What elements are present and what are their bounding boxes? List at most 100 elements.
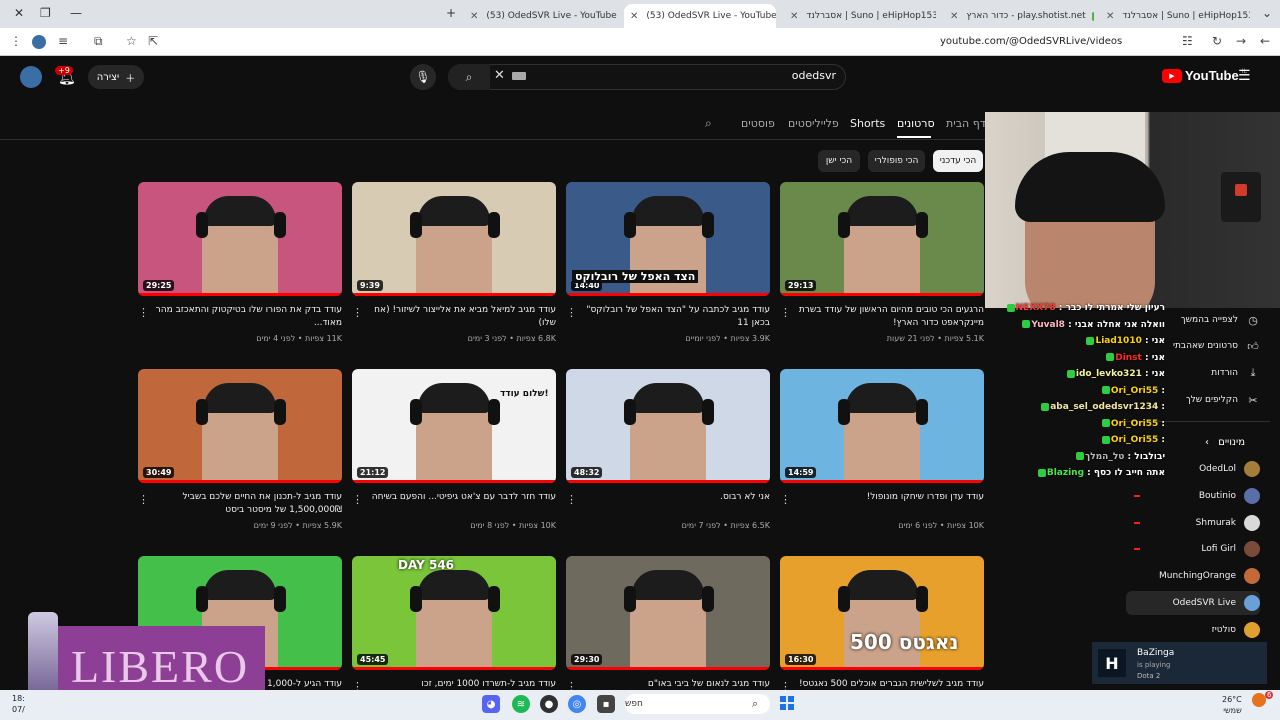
video-options-icon[interactable]: ⋮ <box>138 306 149 319</box>
chip-latest[interactable]: הכי עדכני <box>933 150 983 172</box>
video-thumbnail[interactable]: 48:32 <box>566 369 770 483</box>
youtube-logo[interactable]: ▶ YouTube IL <box>1162 68 1247 83</box>
site-settings-icon[interactable]: ☷ <box>1182 34 1193 48</box>
video-options-icon[interactable]: ⋮ <box>780 306 791 319</box>
video-thumbnail[interactable]: 29:13 <box>780 182 984 296</box>
tab-shorts[interactable]: Shorts <box>850 117 885 130</box>
file-explorer-icon[interactable]: ▪ <box>597 695 615 713</box>
video-title[interactable]: עודד מגיב לכתבה על "הצד האפל של רובלוקס"… <box>566 304 770 330</box>
forward-icon[interactable]: → <box>1236 34 1246 48</box>
video-options-icon[interactable]: ⋮ <box>566 306 577 319</box>
video-card[interactable]: 29:25 עודד בדק את הפורו שלו בטיקטוק והתאכ… <box>138 182 342 343</box>
video-thumbnail[interactable]: 30:49 <box>138 369 342 483</box>
clear-search-icon[interactable]: ✕ <box>494 68 505 83</box>
video-title[interactable]: עודד בדק את הפורו שלו בטיקטוק והתאכזב מה… <box>138 304 342 330</box>
video-title[interactable]: אני לא רבוס. <box>566 491 770 517</box>
bookmark-star-icon[interactable]: ☆ <box>126 34 137 48</box>
video-card[interactable]: 48:32 אני לא רבוס. 6.5K צפיות • לפני 7 ימי… <box>566 369 770 530</box>
close-tab-icon[interactable]: ✕ <box>950 11 958 22</box>
tab-playlists[interactable]: פלייליסטים <box>788 117 839 130</box>
video-options-icon[interactable]: ⋮ <box>352 493 363 506</box>
video-age: לפני 3 ימים <box>467 334 507 343</box>
game-activity-notification[interactable]: H BaZinga is playing Dota 2 <box>1092 642 1267 684</box>
guide-menu-icon[interactable]: ☰ <box>1238 68 1251 84</box>
video-thumbnail[interactable]: 21:12 שלום עודד! <box>352 369 556 483</box>
obs-icon[interactable]: ● <box>540 695 558 713</box>
video-card[interactable]: 16:30 500 נאגטס עודד מגיב לשלישית הגברים א… <box>780 556 984 704</box>
account-avatar[interactable] <box>20 66 42 88</box>
video-card[interactable]: 29:30 עודד מגיב לנאום של ביבי באו"ם ⋮ <box>566 556 770 704</box>
close-tab-icon[interactable]: ✕ <box>790 11 798 22</box>
video-title[interactable]: עודד מגיב למיאל מביא את אלייצור לשיזור! … <box>352 304 556 330</box>
url-field[interactable]: youtube.com/@OdedSVRLive/videos <box>940 36 1122 47</box>
reading-list-icon[interactable]: ≡ <box>58 34 68 48</box>
profile-avatar-icon[interactable] <box>32 35 46 49</box>
video-card[interactable]: 14:40 הצד האפל של רובלוקס עודד מגיב לכתבה … <box>566 182 770 343</box>
taskbar-clock[interactable]: 18: 07/ <box>12 693 25 715</box>
subscription-item[interactable]: OdedSVR Live <box>1126 591 1260 615</box>
close-window-icon[interactable]: ✕ <box>14 6 24 20</box>
browser-tab-3[interactable]: ✕ אסברלנד | Suno | eHipHop153 <box>784 4 936 28</box>
video-thumbnail[interactable]: 14:59 <box>780 369 984 483</box>
browser-tab-4[interactable]: ✕ כדור הארץ - play.shotist.net <box>944 4 1094 28</box>
video-card[interactable]: 14:59 עודד עדן ופדרו שיחקו מונופול! 10K צפ… <box>780 369 984 530</box>
video-thumbnail[interactable]: 45:45 DAY 546 <box>352 556 556 670</box>
chip-popular[interactable]: הכי פופולרי <box>868 150 925 172</box>
back-icon[interactable]: ← <box>1260 34 1270 48</box>
video-title[interactable]: הרגעים הכי טובים מהיום הראשון של עודד בש… <box>780 304 984 330</box>
video-thumbnail[interactable]: 14:40 הצד האפל של רובלוקס <box>566 182 770 296</box>
video-thumbnail[interactable]: 9:39 <box>352 182 556 296</box>
video-thumbnail[interactable]: 29:25 <box>138 182 342 296</box>
close-tab-icon[interactable]: ✕ <box>630 11 638 22</box>
subscription-item[interactable]: סולטיז <box>1126 618 1260 642</box>
browser-tab-1[interactable]: ✕ (53) OdedSVR Live - YouTube <box>464 4 618 28</box>
search-button[interactable]: ⌕ <box>448 64 490 90</box>
video-title[interactable]: עודד חזר לדבר עם צ'אט גיפיטי... והפעם בש… <box>352 491 556 517</box>
video-card[interactable]: 30:49 עודד מגיב ל-תכנון את החיים שלכם בשב… <box>138 369 342 530</box>
tab-list-chevron-icon[interactable]: ⌄ <box>1262 6 1272 20</box>
restore-window-icon[interactable]: ❐ <box>40 6 51 20</box>
chip-oldest[interactable]: הכי ישן <box>818 150 860 172</box>
browser-tab-5[interactable]: ✕ אסברלנד | Suno | eHipHop153 <box>1100 4 1250 28</box>
video-options-icon[interactable]: ⋮ <box>780 493 791 506</box>
video-options-icon[interactable]: ⋮ <box>566 493 577 506</box>
video-options-icon[interactable]: ⋮ <box>352 306 363 319</box>
create-button[interactable]: יצירה ＋ <box>88 65 144 89</box>
channel-search-icon[interactable]: ⌕ <box>705 116 712 131</box>
subscription-item[interactable]: Shmurak <box>1126 511 1260 535</box>
video-thumbnail[interactable]: 16:30 500 נאגטס <box>780 556 984 670</box>
subscriptions-header[interactable]: מינויים › <box>1205 437 1245 448</box>
tab-videos[interactable]: סרטונים <box>897 117 935 130</box>
browser-tab-2[interactable]: ✕ (53) OdedSVR Live - YouTube <box>624 4 776 28</box>
spotify-icon[interactable]: ≋ <box>512 695 530 713</box>
chrome-icon[interactable]: ◎ <box>568 695 586 713</box>
taskbar-search-input[interactable]: חפש <box>625 694 770 714</box>
video-options-icon[interactable]: ⋮ <box>138 493 149 506</box>
video-title[interactable]: עודד מגיב ל-תכנון את החיים שלכם בשביל 1,… <box>138 491 342 517</box>
video-card[interactable]: 29:13 הרגעים הכי טובים מהיום הראשון של עו… <box>780 182 984 343</box>
tab-home[interactable]: דף הבית <box>946 117 986 130</box>
windows-start-icon[interactable] <box>780 696 794 710</box>
video-thumbnail[interactable]: 29:30 <box>566 556 770 670</box>
reload-icon[interactable]: ↻ <box>1212 34 1222 48</box>
voice-search-mic-icon[interactable]: 🎙︎ <box>410 64 436 90</box>
subscription-item[interactable]: MunchingOrange <box>1126 564 1260 588</box>
video-title[interactable]: עודד עדן ופדרו שיחקו מונופול! <box>780 491 984 517</box>
chat-username: Ori_Ori55 <box>1110 418 1159 429</box>
video-card[interactable]: 9:39 עודד מגיב למיאל מביא את אלייצור לשיז… <box>352 182 556 343</box>
discord-icon[interactable]: ◕ <box>482 695 500 713</box>
video-card[interactable]: 45:45 DAY 546 עודד מגיב ל-תשרדו 1000 ימים,… <box>352 556 556 704</box>
install-app-icon[interactable]: ⇱ <box>148 34 158 48</box>
minimize-window-icon[interactable]: — <box>70 6 82 20</box>
more-menu-icon[interactable]: ⋮ <box>10 34 22 48</box>
subscription-item[interactable]: Lofi Girl <box>1126 537 1260 561</box>
tab-posts[interactable]: פוסטים <box>741 117 775 130</box>
close-tab-icon[interactable]: ✕ <box>1106 11 1114 22</box>
new-tab-button[interactable]: + <box>446 6 456 20</box>
keyboard-icon[interactable] <box>512 72 526 80</box>
chat-message: אני : Dinst <box>995 350 1165 367</box>
taskbar-weather[interactable]: 26°C שמשי <box>1222 694 1242 716</box>
extensions-icon[interactable]: ⧉ <box>94 34 103 49</box>
video-card[interactable]: 21:12 שלום עודד! עודד חזר לדבר עם צ'אט גיפ… <box>352 369 556 530</box>
close-tab-icon[interactable]: ✕ <box>470 11 478 22</box>
